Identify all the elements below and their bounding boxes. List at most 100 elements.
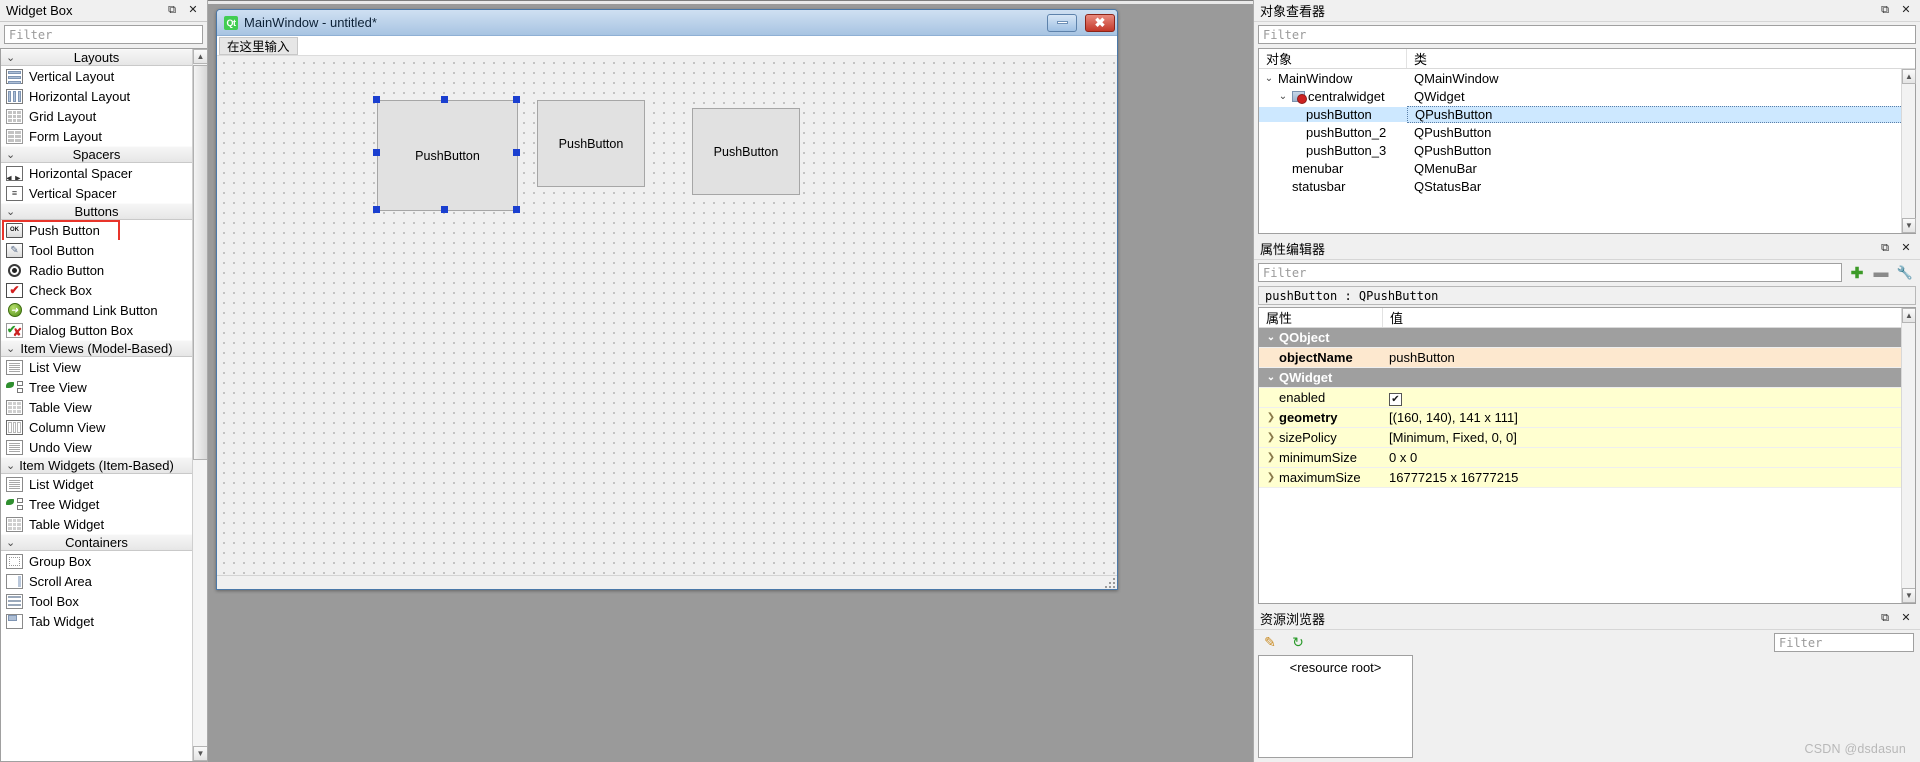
chevron-down-icon[interactable]: ⌄ xyxy=(1265,332,1277,343)
property-row[interactable]: enabled ✔ xyxy=(1259,388,1915,408)
widget-category-header[interactable]: ⌄ Item Views (Model-Based) xyxy=(1,340,192,357)
widget-category-header[interactable]: ⌄ Spacers xyxy=(1,146,192,163)
widget-item-list-widget[interactable]: List Widget xyxy=(1,474,192,494)
widget-category-header[interactable]: ⌄ Buttons xyxy=(1,203,192,220)
property-row[interactable]: objectName pushButton xyxy=(1259,348,1915,368)
restore-icon[interactable]: ⧉ xyxy=(1879,613,1891,625)
close-icon[interactable]: ✕ xyxy=(1900,243,1912,255)
scroll-up-icon[interactable]: ▲ xyxy=(1902,69,1916,84)
scrollbar-thumb[interactable] xyxy=(193,65,207,460)
property-value[interactable]: [Minimum, Fixed, 0, 0] xyxy=(1383,430,1915,445)
property-row[interactable]: ❯ sizePolicy [Minimum, Fixed, 0, 0] xyxy=(1259,428,1915,448)
menubar-placeholder[interactable]: 在这里输入 xyxy=(219,36,298,55)
scroll-up-icon[interactable]: ▲ xyxy=(1902,308,1915,323)
property-checkbox[interactable]: ✔ xyxy=(1389,392,1402,406)
object-tree[interactable]: 对象 类 ⌄ MainWindow QMainWindow ⌄ centralwidge… xyxy=(1258,48,1916,234)
object-tree-row[interactable]: pushButton_2 QPushButton xyxy=(1259,123,1915,141)
property-value[interactable]: pushButton xyxy=(1383,350,1915,365)
property-row[interactable]: ⌄ QObject xyxy=(1259,328,1915,348)
close-icon[interactable]: ✕ xyxy=(187,5,199,17)
wrench-icon[interactable]: 🔧 xyxy=(1896,264,1914,282)
widget-item-radio-button[interactable]: Radio Button xyxy=(1,260,192,280)
widget-item-dialog-button-box[interactable]: ✔ ✘ Dialog Button Box xyxy=(1,320,192,340)
widget-item-tree-widget[interactable]: Tree Widget xyxy=(1,494,192,514)
chevron-down-icon[interactable]: ⌄ xyxy=(1263,73,1275,84)
form-menubar[interactable]: 在这里输入 xyxy=(217,36,1117,56)
object-tree-row[interactable]: statusbar QStatusBar xyxy=(1259,177,1915,195)
property-table-scrollbar[interactable]: ▲ ▼ xyxy=(1901,308,1915,603)
resource-browser-filter-input[interactable]: Filter xyxy=(1774,633,1914,652)
minimize-icon[interactable] xyxy=(1047,13,1077,32)
property-row[interactable]: ⌄ QWidget xyxy=(1259,368,1915,388)
form-window-titlebar[interactable]: Qt MainWindow - untitled* ✖ xyxy=(217,10,1117,36)
object-inspector-filter-input[interactable]: Filter xyxy=(1258,25,1916,44)
property-editor-filter-input[interactable]: Filter xyxy=(1258,263,1842,282)
plus-icon[interactable]: ✚ xyxy=(1848,264,1866,282)
widget-item-grid-layout[interactable]: Grid Layout xyxy=(1,106,192,126)
widget-item-undo-view[interactable]: Undo View xyxy=(1,437,192,457)
resource-root-label[interactable]: <resource root> xyxy=(1259,660,1412,675)
property-value[interactable]: 0 x 0 xyxy=(1383,450,1915,465)
restore-icon[interactable]: ⧉ xyxy=(166,5,178,17)
form-push-button[interactable]: PushButton xyxy=(537,100,645,187)
widget-item-group-box[interactable]: Group Box xyxy=(1,551,192,571)
widget-item-command-link-button[interactable]: ➜ Command Link Button xyxy=(1,300,192,320)
widget-item-horizontal-layout[interactable]: Horizontal Layout xyxy=(1,86,192,106)
property-row[interactable]: ❯ maximumSize 16777215 x 16777215 xyxy=(1259,468,1915,488)
form-canvas[interactable]: PushButton PushButton PushButton xyxy=(217,56,1117,575)
object-tree-scrollbar[interactable]: ▲ ▼ xyxy=(1901,69,1916,233)
property-row[interactable]: ❯ minimumSize 0 x 0 xyxy=(1259,448,1915,468)
chevron-right-icon[interactable]: ❯ xyxy=(1265,412,1277,423)
widget-item-push-button[interactable]: OK Push Button xyxy=(1,220,192,244)
scroll-down-icon[interactable]: ▼ xyxy=(1902,218,1916,233)
property-value[interactable]: [(160, 140), 141 x 111] xyxy=(1383,410,1915,425)
object-tree-row[interactable]: ⌄ MainWindow QMainWindow xyxy=(1259,69,1915,87)
widget-item-list-view[interactable]: List View xyxy=(1,357,192,377)
widget-item-tool-button[interactable]: ✎ Tool Button xyxy=(1,240,192,260)
widget-item-vertical-layout[interactable]: Vertical Layout xyxy=(1,66,192,86)
close-icon[interactable]: ✖ xyxy=(1085,13,1115,32)
property-value[interactable]: ✔ xyxy=(1383,390,1915,406)
chevron-right-icon[interactable]: ❯ xyxy=(1265,452,1277,463)
widget-item-check-box[interactable]: ✔ Check Box xyxy=(1,280,192,300)
object-tree-row[interactable]: pushButton QPushButton xyxy=(1259,105,1915,123)
widget-item-tree-view[interactable]: Tree View xyxy=(1,377,192,397)
close-icon[interactable]: ✕ xyxy=(1900,5,1912,17)
resource-tree[interactable]: <resource root> xyxy=(1258,655,1413,758)
object-tree-row[interactable]: ⌄ centralwidget QWidget xyxy=(1259,87,1915,105)
chevron-right-icon[interactable]: ❯ xyxy=(1265,432,1277,443)
object-tree-row[interactable]: pushButton_3 QPushButton xyxy=(1259,141,1915,159)
widget-item-table-widget[interactable]: Table Widget xyxy=(1,514,192,534)
minus-icon[interactable]: ▬ xyxy=(1872,264,1890,282)
property-value[interactable]: 16777215 x 16777215 xyxy=(1383,470,1915,485)
widget-item-column-view[interactable]: Column View xyxy=(1,417,192,437)
scroll-down-icon[interactable]: ▼ xyxy=(1902,588,1915,603)
scroll-down-icon[interactable]: ▼ xyxy=(193,746,207,761)
property-row[interactable]: ❯ geometry [(160, 140), 141 x 111] xyxy=(1259,408,1915,428)
form-push-button[interactable]: PushButton xyxy=(692,108,800,195)
chevron-down-icon[interactable]: ⌄ xyxy=(1277,91,1289,102)
widget-category-header[interactable]: ⌄ Layouts xyxy=(1,49,192,66)
widget-item-form-layout[interactable]: Form Layout xyxy=(1,126,192,146)
widget-box-list[interactable]: ⌄ Layouts Vertical Layout Horizontal Layout… xyxy=(0,48,207,762)
object-tree-row[interactable]: menubar QMenuBar xyxy=(1259,159,1915,177)
chevron-down-icon[interactable]: ⌄ xyxy=(1265,372,1277,383)
widget-item-tool-box[interactable]: Tool Box xyxy=(1,591,192,611)
chevron-right-icon[interactable]: ❯ xyxy=(1265,472,1277,483)
widget-item-tab-widget[interactable]: Tab Widget xyxy=(1,611,192,631)
refresh-icon[interactable]: ↻ xyxy=(1288,634,1308,652)
form-push-button[interactable]: PushButton xyxy=(377,100,518,211)
restore-icon[interactable]: ⧉ xyxy=(1879,243,1891,255)
close-icon[interactable]: ✕ xyxy=(1900,613,1912,625)
pencil-icon[interactable]: ✎ xyxy=(1260,634,1280,652)
restore-icon[interactable]: ⧉ xyxy=(1879,5,1891,17)
widget-box-scrollbar[interactable]: ▲ ▼ xyxy=(192,49,207,761)
widget-item-vertical-spacer[interactable]: ≡ Vertical Spacer xyxy=(1,183,192,203)
scroll-up-icon[interactable]: ▲ xyxy=(193,49,207,64)
widget-item-table-view[interactable]: Table View xyxy=(1,397,192,417)
resize-grip-icon[interactable] xyxy=(1103,576,1115,588)
widget-item-horizontal-spacer[interactable]: |◄►| Horizontal Spacer xyxy=(1,163,192,183)
property-table[interactable]: 属性 值 ⌄ QObject objectName pushButton ⌄ QWidge… xyxy=(1258,307,1916,604)
widget-category-header[interactable]: ⌄ Item Widgets (Item-Based) xyxy=(1,457,192,474)
widget-box-filter-input[interactable]: Filter xyxy=(4,25,203,44)
